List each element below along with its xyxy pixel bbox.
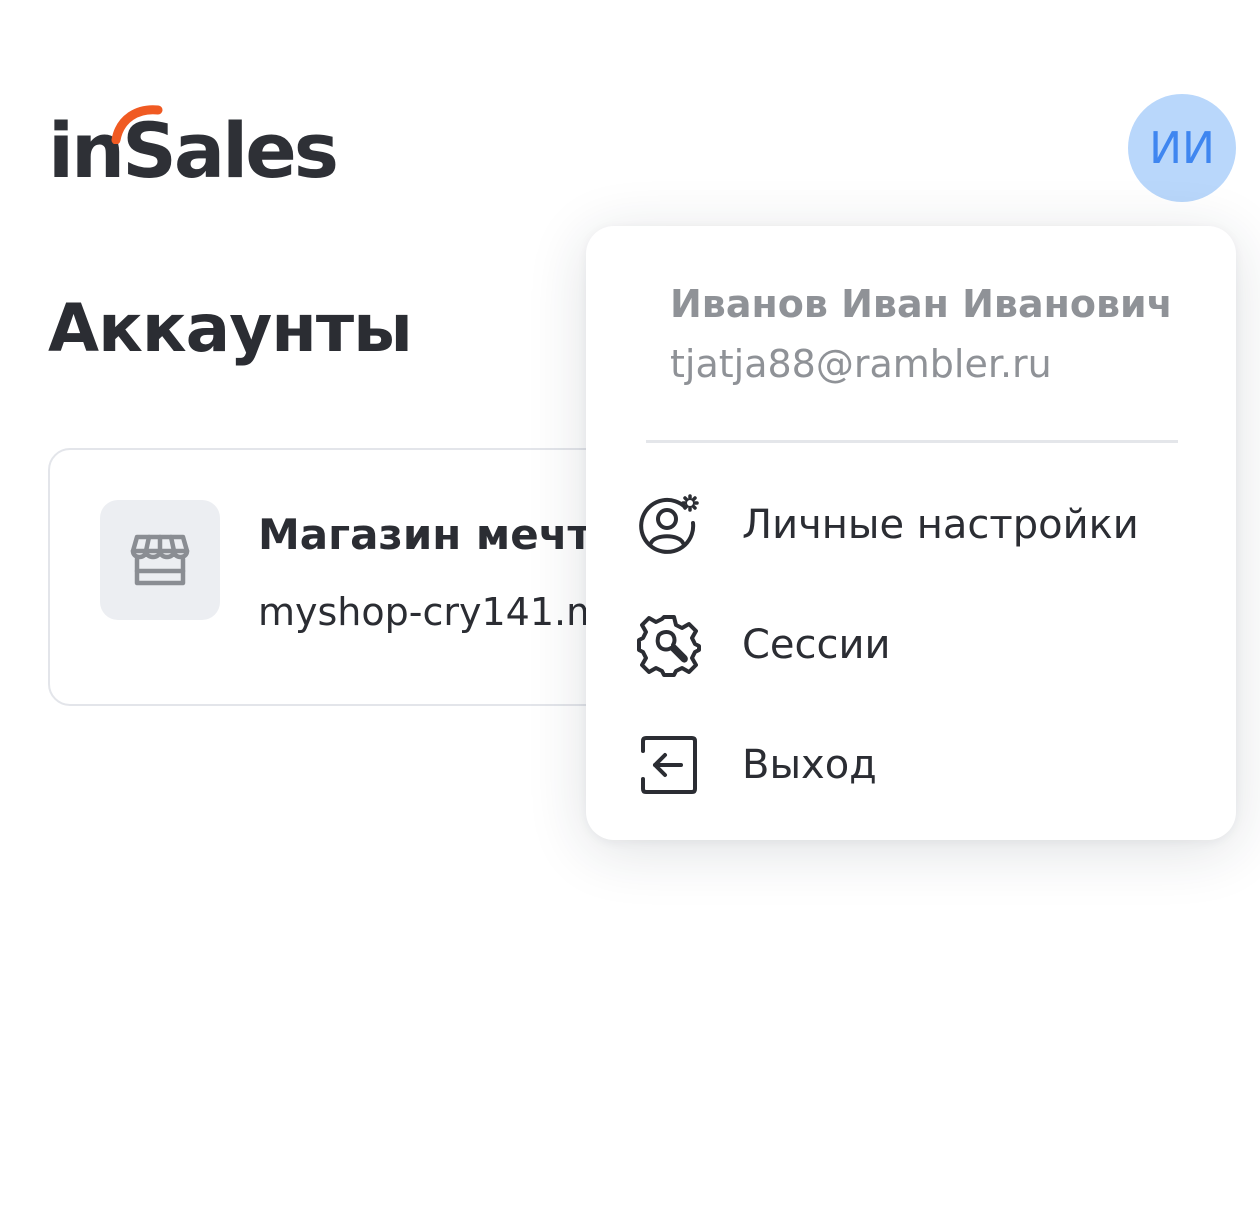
- logo-arc-icon: [111, 105, 163, 144]
- user-email: tjatja88@rambler.ru: [670, 342, 1052, 386]
- menu-item-sessions[interactable]: Сессии: [636, 610, 1196, 680]
- menu-item-logout[interactable]: Выход: [636, 730, 1196, 800]
- menu-item-label: Сессии: [742, 622, 891, 668]
- shop-name: Магазин мечты: [258, 510, 630, 559]
- user-full-name: Иванов Иван Иванович: [670, 282, 1173, 326]
- user-menu-dropdown: Иванов Иван Иванович tjatja88@rambler.ru: [586, 226, 1236, 840]
- shop-icon-box: [100, 500, 220, 620]
- gear-wrench-icon: [636, 612, 702, 678]
- menu-divider: [646, 440, 1178, 443]
- page-title: Аккаунты: [48, 290, 413, 367]
- menu-item-label: Выход: [742, 742, 877, 788]
- menu-item-personal-settings[interactable]: Личные настройки: [636, 490, 1196, 560]
- logout-icon: [636, 732, 702, 798]
- page: inSales ИИ Аккаунты Магазин мечты myshop…: [0, 0, 1260, 1214]
- store-icon: [130, 534, 190, 586]
- insales-logo[interactable]: inSales: [48, 105, 339, 198]
- user-settings-icon: [636, 492, 702, 558]
- menu-item-label: Личные настройки: [742, 502, 1139, 548]
- logo-text: inSales: [48, 106, 339, 195]
- user-avatar[interactable]: ИИ: [1128, 94, 1236, 202]
